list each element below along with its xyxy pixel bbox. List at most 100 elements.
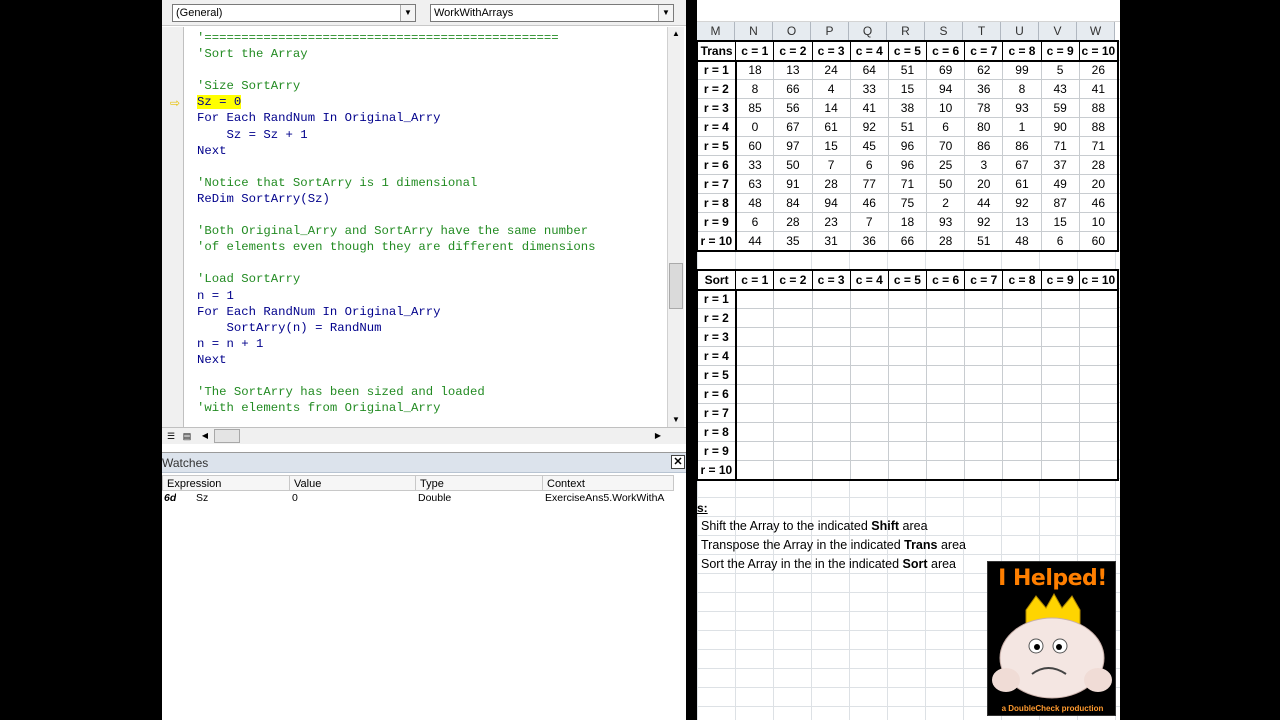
table-row-header[interactable]: r = 1 xyxy=(697,60,737,80)
hscroll-thumb[interactable] xyxy=(214,429,240,443)
table-cell[interactable] xyxy=(1078,346,1119,366)
table-col-header[interactable]: c = 3 xyxy=(811,270,851,291)
table-cell[interactable]: 6 xyxy=(849,155,889,175)
table-corner-label[interactable]: Trans xyxy=(697,41,737,62)
table-cell[interactable]: 2 xyxy=(926,193,966,213)
table-cell[interactable] xyxy=(964,346,1004,366)
table-cell[interactable] xyxy=(773,441,813,461)
table-cell[interactable]: 84 xyxy=(773,193,813,213)
table-cell[interactable]: 36 xyxy=(964,79,1004,99)
table-cell[interactable] xyxy=(887,441,928,461)
code-line[interactable]: Next xyxy=(197,143,667,159)
table-cell[interactable] xyxy=(773,289,813,309)
table-cell[interactable]: 96 xyxy=(887,155,928,175)
code-line[interactable] xyxy=(197,255,667,271)
table-cell[interactable] xyxy=(887,289,928,309)
column-header[interactable]: W xyxy=(1077,22,1115,41)
table-col-header[interactable]: c = 5 xyxy=(887,41,928,62)
table-cell[interactable]: 96 xyxy=(887,136,928,156)
table-cell[interactable] xyxy=(887,365,928,385)
table-cell[interactable] xyxy=(1002,384,1042,404)
table-cell[interactable]: 1 xyxy=(1002,117,1042,137)
scroll-left-icon[interactable]: ◀ xyxy=(198,429,212,443)
table-cell[interactable]: 66 xyxy=(773,79,813,99)
table-cell[interactable]: 13 xyxy=(1002,212,1042,232)
horizontal-scrollbar[interactable]: ☰ ▤ ◀ ▶ xyxy=(162,427,686,444)
code-line[interactable]: 'Notice that SortArry is 1 dimensional xyxy=(197,175,667,191)
column-header[interactable]: N xyxy=(735,22,773,41)
code-line[interactable]: n = 1 xyxy=(197,288,667,304)
code-line[interactable]: For Each RandNum In Original_Arry xyxy=(197,304,667,320)
code-line[interactable]: 'Size SortArry xyxy=(197,78,667,94)
table-col-header[interactable]: c = 7 xyxy=(964,41,1004,62)
table-cell[interactable] xyxy=(964,327,1004,347)
column-header[interactable]: P xyxy=(811,22,849,41)
table-cell[interactable] xyxy=(811,308,851,328)
code-line[interactable]: Sz = 0 xyxy=(197,94,667,110)
table-cell[interactable]: 99 xyxy=(1002,60,1042,80)
object-dropdown[interactable]: (General) ▼ xyxy=(172,4,416,22)
table-cell[interactable]: 20 xyxy=(1078,174,1119,194)
table-cell[interactable]: 6 xyxy=(926,117,966,137)
table-cell[interactable]: 23 xyxy=(811,212,851,232)
table-cell[interactable] xyxy=(773,346,813,366)
table-cell[interactable] xyxy=(1078,327,1119,347)
table-cell[interactable]: 51 xyxy=(964,231,1004,251)
table-cell[interactable] xyxy=(926,289,966,309)
code-line[interactable]: n = n + 1 xyxy=(197,336,667,352)
column-header[interactable]: S xyxy=(925,22,963,41)
table-cell[interactable]: 70 xyxy=(926,136,966,156)
table-cell[interactable]: 6 xyxy=(1040,231,1080,251)
table-cell[interactable]: 44 xyxy=(735,231,775,251)
code-line[interactable]: 'The SortArry has been sized and loaded xyxy=(197,384,667,400)
column-header[interactable]: M xyxy=(697,22,735,41)
table-cell[interactable]: 44 xyxy=(964,193,1004,213)
column-header[interactable]: T xyxy=(963,22,1001,41)
table-cell[interactable] xyxy=(811,346,851,366)
table-cell[interactable]: 3 xyxy=(964,155,1004,175)
table-cell[interactable]: 90 xyxy=(1040,117,1080,137)
table-col-header[interactable]: c = 3 xyxy=(811,41,851,62)
scroll-thumb[interactable] xyxy=(669,263,683,309)
table-row-header[interactable]: r = 7 xyxy=(697,403,737,423)
table-cell[interactable]: 28 xyxy=(926,231,966,251)
table-col-header[interactable]: c = 6 xyxy=(926,41,966,62)
table-row-header[interactable]: r = 8 xyxy=(697,422,737,442)
table-cell[interactable]: 8 xyxy=(1002,79,1042,99)
table-cell[interactable] xyxy=(735,308,775,328)
table-cell[interactable] xyxy=(1002,460,1042,480)
code-line[interactable] xyxy=(197,62,667,78)
table-cell[interactable]: 50 xyxy=(773,155,813,175)
table-cell[interactable] xyxy=(1002,289,1042,309)
table-cell[interactable] xyxy=(887,422,928,442)
table-cell[interactable]: 38 xyxy=(887,98,928,118)
table-cell[interactable] xyxy=(1040,327,1080,347)
column-header[interactable]: Q xyxy=(849,22,887,41)
code-line[interactable]: Sz = Sz + 1 xyxy=(197,127,667,143)
table-cell[interactable]: 92 xyxy=(1002,193,1042,213)
table-cell[interactable]: 93 xyxy=(926,212,966,232)
table-cell[interactable]: 88 xyxy=(1078,117,1119,137)
table-col-header[interactable]: c = 2 xyxy=(773,41,813,62)
table-cell[interactable]: 37 xyxy=(1040,155,1080,175)
table-cell[interactable] xyxy=(1078,441,1119,461)
table-cell[interactable]: 94 xyxy=(926,79,966,99)
table-cell[interactable] xyxy=(735,346,775,366)
watch-row[interactable]: 6d Sz 0 Double ExerciseAns5.WorkWithA xyxy=(162,491,686,507)
table-cell[interactable] xyxy=(849,460,889,480)
table-cell[interactable] xyxy=(964,422,1004,442)
table-cell[interactable]: 10 xyxy=(1078,212,1119,232)
table-cell[interactable] xyxy=(887,346,928,366)
table-cell[interactable]: 18 xyxy=(735,60,775,80)
table-cell[interactable]: 63 xyxy=(735,174,775,194)
breakpoint-margin[interactable]: ⇨ xyxy=(162,27,184,427)
table-cell[interactable] xyxy=(849,403,889,423)
watch-col-expression[interactable]: Expression xyxy=(162,475,290,491)
column-header[interactable]: V xyxy=(1039,22,1077,41)
table-cell[interactable]: 10 xyxy=(926,98,966,118)
table-col-header[interactable]: c = 10 xyxy=(1078,270,1119,291)
table-cell[interactable] xyxy=(735,384,775,404)
table-row-header[interactable]: r = 3 xyxy=(697,98,737,118)
table-col-header[interactable]: c = 2 xyxy=(773,270,813,291)
code-line[interactable]: 'Load SortArry xyxy=(197,271,667,287)
